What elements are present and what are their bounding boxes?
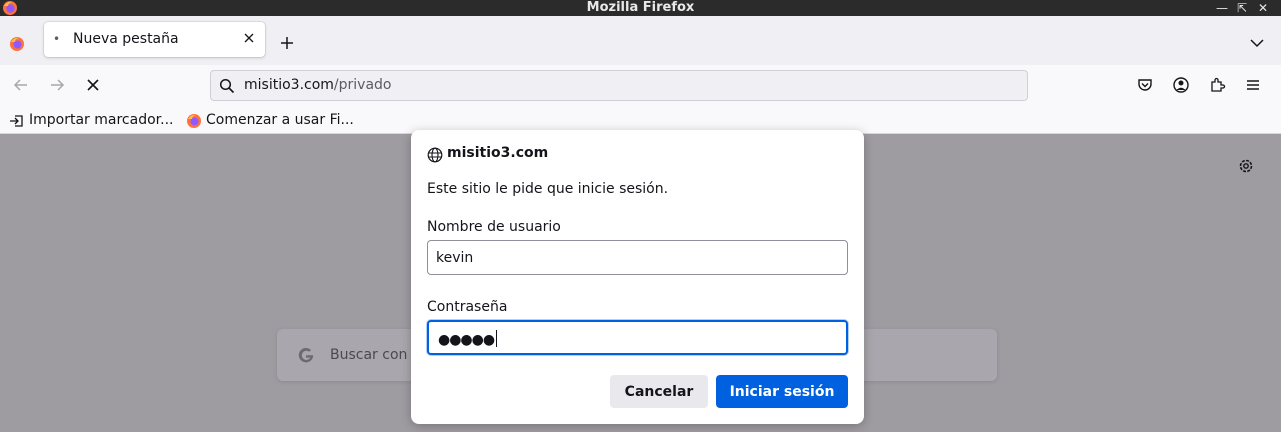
- google-icon: [298, 347, 314, 363]
- text-caret: [496, 330, 498, 347]
- sign-in-button[interactable]: Iniciar sesión: [716, 375, 848, 408]
- loading-dot-icon: •: [53, 32, 61, 46]
- password-field[interactable]: ●●●●●: [427, 320, 848, 355]
- chevron-down-icon[interactable]: [1249, 35, 1265, 51]
- bookmark-getting-started[interactable]: Comenzar a usar Fi...: [186, 110, 354, 130]
- search-placeholder: Buscar con G: [330, 347, 423, 363]
- import-icon: [10, 115, 23, 127]
- firefox-view-icon[interactable]: [9, 36, 25, 52]
- username-label: Nombre de usuario: [427, 219, 561, 235]
- dialog-message: Este sitio le pide que inicie sesión.: [427, 181, 669, 197]
- url-text[interactable]: misitio3.com/privado: [244, 77, 392, 93]
- globe-icon: [427, 147, 443, 163]
- tab-nueva-pestana[interactable]: • Nueva pestaña: [44, 22, 265, 57]
- username-field[interactable]: [427, 240, 848, 275]
- new-tab-icon[interactable]: [278, 34, 296, 52]
- account-icon[interactable]: [1172, 76, 1190, 94]
- menu-icon[interactable]: [1244, 76, 1262, 94]
- close-tab-icon[interactable]: [241, 30, 257, 46]
- pocket-icon[interactable]: [1136, 76, 1154, 94]
- password-mask: ●●●●●: [438, 332, 495, 348]
- title-bar: Mozilla Firefox — ⇱ ✕: [0, 0, 1281, 16]
- back-icon[interactable]: [12, 76, 30, 94]
- search-icon: [219, 78, 235, 94]
- window-title: Mozilla Firefox: [586, 0, 695, 15]
- bookmark-label: Importar marcador...: [29, 112, 174, 128]
- url-bar[interactable]: misitio3.com/privado: [210, 70, 1028, 101]
- dialog-host: misitio3.com: [447, 145, 549, 161]
- navigation-bar: misitio3.com/privado: [0, 65, 1281, 106]
- password-label: Contraseña: [427, 299, 508, 315]
- url-host: misitio3.com: [244, 77, 334, 93]
- tab-strip: • Nueva pestaña: [0, 16, 1281, 65]
- gear-icon[interactable]: [1237, 157, 1255, 175]
- tab-label: Nueva pestaña: [73, 31, 179, 47]
- stop-loading-icon[interactable]: [84, 76, 102, 94]
- bookmark-import[interactable]: Importar marcador...: [9, 110, 173, 130]
- auth-dialog: misitio3.com Este sitio le pide que inic…: [411, 130, 864, 424]
- cancel-button[interactable]: Cancelar: [610, 375, 708, 408]
- bookmark-label: Comenzar a usar Fi...: [206, 112, 354, 128]
- close-window-icon[interactable]: ✕: [1256, 0, 1270, 16]
- restore-icon[interactable]: ⇱: [1235, 0, 1249, 16]
- minimize-icon[interactable]: —: [1215, 0, 1229, 16]
- firefox-icon: [187, 114, 201, 128]
- url-path: /privado: [333, 77, 392, 93]
- forward-icon[interactable]: [48, 76, 66, 94]
- extensions-icon[interactable]: [1208, 76, 1226, 94]
